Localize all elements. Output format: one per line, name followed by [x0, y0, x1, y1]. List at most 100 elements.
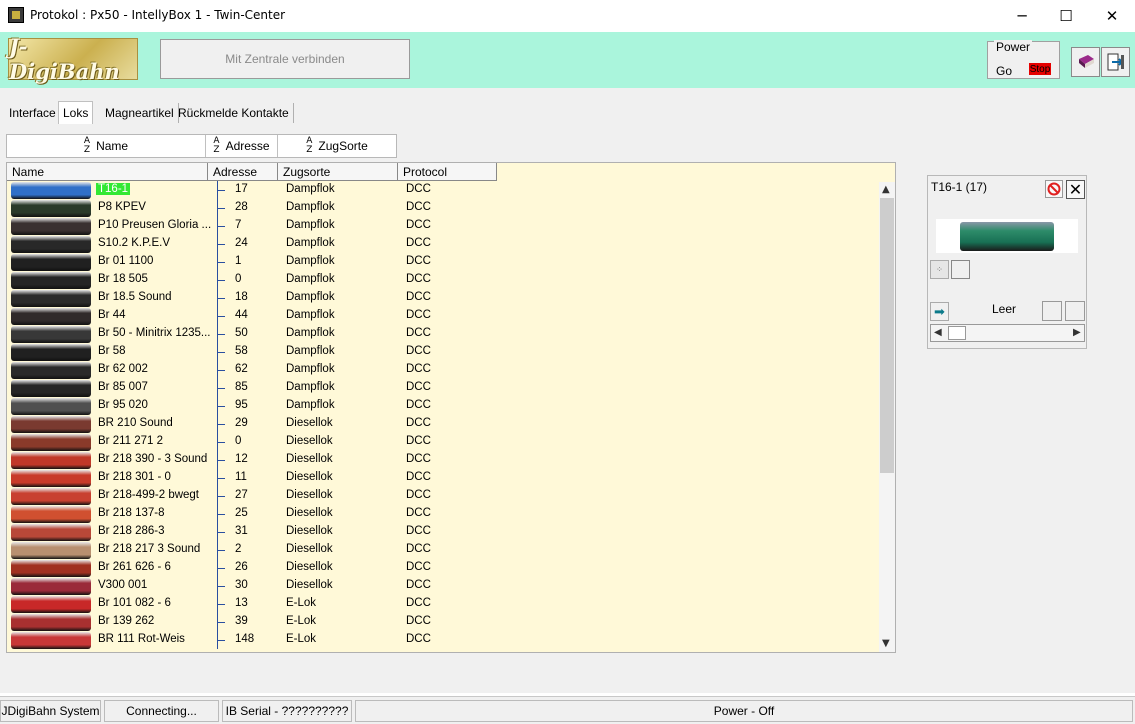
- loco-protocol-cell: DCC: [406, 381, 431, 393]
- minimize-button[interactable]: ─: [999, 0, 1045, 31]
- exit-door-icon: [1107, 53, 1124, 71]
- loco-name-cell: Br 50 - Minitrix 1235...: [98, 327, 211, 339]
- function-button[interactable]: [951, 260, 970, 279]
- loco-protocol-cell: DCC: [406, 615, 431, 627]
- loco-address-cell: 62: [235, 363, 248, 375]
- table-row[interactable]: Br 18.5 Sound 18 Dampflok DCC: [7, 289, 497, 307]
- speed-slider-thumb[interactable]: [948, 326, 966, 340]
- tree-line: [217, 424, 225, 425]
- table-row[interactable]: Br 62 002 62 Dampflok DCC: [7, 361, 497, 379]
- loco-name-cell: Br 139 262: [98, 615, 155, 627]
- table-row[interactable]: Br 261 626 - 6 26 Diesellok DCC: [7, 559, 497, 577]
- book-button[interactable]: [1071, 47, 1100, 77]
- table-row[interactable]: BR 210 Sound 29 Diesellok DCC: [7, 415, 497, 433]
- loco-type-cell: Dampflok: [286, 345, 335, 357]
- loco-address-cell: 24: [235, 237, 248, 249]
- sort-by-type-button[interactable]: A Z ZugSorte: [278, 135, 396, 157]
- maximize-button[interactable]: ☐: [1043, 0, 1089, 31]
- table-row[interactable]: Br 18 505 0 Dampflok DCC: [7, 271, 497, 289]
- column-header-type[interactable]: Zugsorte: [278, 163, 398, 181]
- table-row[interactable]: P8 KPEV 28 Dampflok DCC: [7, 199, 497, 217]
- status-serial: IB Serial - ??????????: [222, 700, 352, 722]
- power-stop-button[interactable]: Stop: [1029, 63, 1051, 75]
- loco-stop-button[interactable]: [1045, 180, 1063, 198]
- table-row[interactable]: Br 101 082 - 6 13 E-Lok DCC: [7, 595, 497, 613]
- tab-rueckmelde-kontakte[interactable]: Rückmelde Kontakte: [174, 103, 294, 123]
- sort-by-address-button[interactable]: A Z Adresse: [206, 135, 278, 157]
- table-row[interactable]: Br 44 44 Dampflok DCC: [7, 307, 497, 325]
- loco-type-cell: Dampflok: [286, 273, 335, 285]
- tree-line: [217, 622, 225, 623]
- loco-protocol-cell: DCC: [406, 507, 431, 519]
- exit-button[interactable]: [1101, 47, 1130, 77]
- function-slot-label: Leer: [992, 302, 1017, 316]
- table-row[interactable]: P10 Preusen Gloria ... 7 Dampflok DCC: [7, 217, 497, 235]
- slider-right-icon[interactable]: ▶: [1073, 327, 1081, 338]
- direction-button[interactable]: ➡: [930, 302, 949, 321]
- column-header-address[interactable]: Adresse: [208, 163, 278, 181]
- table-row[interactable]: Br 211 271 2 0 Diesellok DCC: [7, 433, 497, 451]
- column-header-name[interactable]: Name: [7, 163, 208, 181]
- table-row[interactable]: Br 95 020 95 Dampflok DCC: [7, 397, 497, 415]
- tree-line: [217, 604, 225, 605]
- loco-thumbnail: [11, 596, 91, 613]
- vertical-scrollbar[interactable]: ▲ ▼: [879, 182, 895, 652]
- scroll-thumb[interactable]: [880, 198, 894, 473]
- table-row[interactable]: Br 218 390 - 3 Sound 12 Diesellok DCC: [7, 451, 497, 469]
- function-light-button[interactable]: ⁘: [930, 260, 949, 279]
- loco-protocol-cell: DCC: [406, 525, 431, 537]
- loco-name-cell: Br 58: [98, 345, 126, 357]
- power-go-button[interactable]: Go: [996, 64, 1012, 78]
- loco-type-cell: Dampflok: [286, 183, 335, 195]
- table-row[interactable]: Br 139 262 39 E-Lok DCC: [7, 613, 497, 631]
- loco-thumbnail: [11, 182, 91, 199]
- tree-line: [217, 370, 225, 371]
- close-button[interactable]: ✕: [1089, 0, 1135, 31]
- table-row[interactable]: T16-1 17 Dampflok DCC: [7, 181, 497, 199]
- table-row[interactable]: V300 001 30 Diesellok DCC: [7, 577, 497, 595]
- sort-address-label: Adresse: [225, 139, 270, 153]
- loco-protocol-cell: DCC: [406, 561, 431, 573]
- table-row[interactable]: Br 58 58 Dampflok DCC: [7, 343, 497, 361]
- tree-line: [217, 442, 225, 443]
- speed-slider[interactable]: ◀ ▶: [930, 324, 1085, 342]
- loco-type-cell: Diesellok: [286, 435, 333, 447]
- sort-by-name-button[interactable]: A Z Name: [7, 135, 206, 157]
- loco-type-cell: Dampflok: [286, 327, 335, 339]
- scroll-down-icon[interactable]: ▼: [882, 638, 890, 649]
- loco-address-cell: 28: [235, 201, 248, 213]
- tab-interface[interactable]: Interface: [5, 103, 61, 123]
- tree-line: [217, 478, 225, 479]
- table-row[interactable]: Br 218 217 3 Sound 2 Diesellok DCC: [7, 541, 497, 559]
- loco-protocol-cell: DCC: [406, 363, 431, 375]
- scroll-up-icon[interactable]: ▲: [882, 184, 890, 195]
- tab-loks[interactable]: Loks: [58, 101, 94, 124]
- table-row[interactable]: S10.2 K.P.E.V 24 Dampflok DCC: [7, 235, 497, 253]
- loco-type-cell: Dampflok: [286, 237, 335, 249]
- function-slot-button-1[interactable]: [1042, 301, 1062, 321]
- loco-name-cell: T16-1: [96, 183, 131, 195]
- table-row[interactable]: Br 218 137-8 25 Diesellok DCC: [7, 505, 497, 523]
- slider-left-icon[interactable]: ◀: [934, 327, 942, 338]
- loco-address-cell: 95: [235, 399, 248, 411]
- table-row[interactable]: Br 218-499-2 bwegt 27 Diesellok DCC: [7, 487, 497, 505]
- loco-thumbnail: [11, 578, 91, 595]
- table-row[interactable]: Br 50 - Minitrix 1235... 50 Dampflok DCC: [7, 325, 497, 343]
- table-row[interactable]: Br 218 301 - 0 11 Diesellok DCC: [7, 469, 497, 487]
- column-header-protocol[interactable]: Protocol: [398, 163, 497, 181]
- tree-line: [217, 550, 225, 551]
- loco-close-button[interactable]: ✕: [1066, 180, 1085, 199]
- connect-central-button[interactable]: Mit Zentrale verbinden: [160, 39, 410, 79]
- function-slot-button-2[interactable]: [1065, 301, 1085, 321]
- table-row[interactable]: BR 111 Rot-Weis 148 E-Lok DCC: [7, 631, 497, 649]
- loco-address-cell: 11: [235, 471, 247, 483]
- tab-magneartikel[interactable]: Magneartikel: [101, 103, 179, 123]
- sort-az-icon: AZ: [83, 136, 91, 155]
- loco-type-cell: Diesellok: [286, 525, 333, 537]
- loco-thumbnail: [11, 614, 91, 631]
- app-icon: [8, 7, 24, 23]
- table-row[interactable]: Br 01 1100 1 Dampflok DCC: [7, 253, 497, 271]
- table-row[interactable]: Br 218 286-3 31 Diesellok DCC: [7, 523, 497, 541]
- table-row[interactable]: Br 85 007 85 Dampflok DCC: [7, 379, 497, 397]
- loco-address-cell: 50: [235, 327, 248, 339]
